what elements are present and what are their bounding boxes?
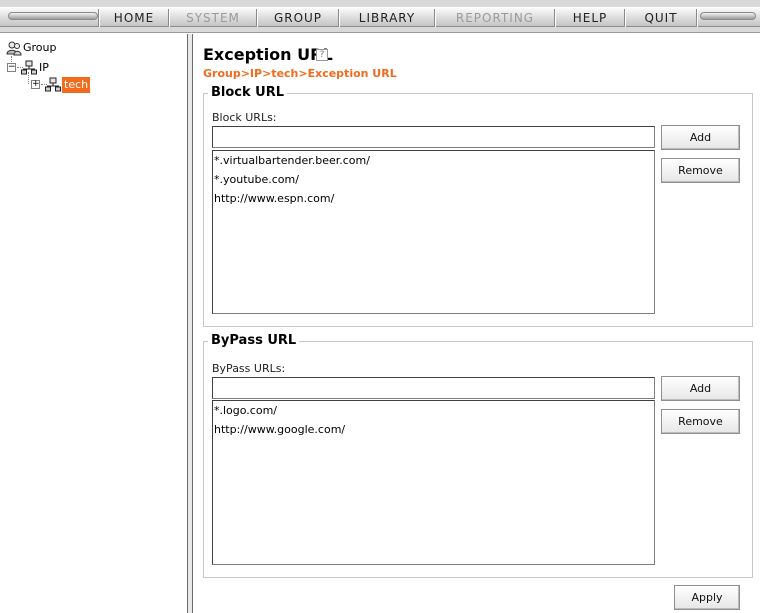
bypass-url-legend: ByPass URL [208,333,300,348]
menu-left-decoration [8,12,98,20]
bypass-url-section: ByPass URL ByPass URLs: *.logo.com/ http… [203,333,753,578]
block-url-section: Block URL Block URLs: *.virtualbartender… [203,85,753,327]
tree-label-group: Group [23,41,57,54]
block-url-list[interactable]: *.virtualbartender.beer.com/ *.youtube.c… [212,150,655,314]
tree-expand-icon[interactable]: + [31,80,40,89]
group-tree-panel: Group − IP + tech [0,38,191,613]
menu-right-decoration [700,12,756,20]
menu-library[interactable]: LIBRARY [340,10,434,26]
block-url-input[interactable] [212,126,655,148]
breadcrumb: Group>IP>tech>Exception URL [203,67,397,80]
group-users-icon [6,41,22,56]
help-icon[interactable]: ? [316,49,328,61]
block-add-button[interactable]: Add [661,125,740,150]
top-menu-bar: HOME SYSTEM GROUP LIBRARY REPORTING HELP… [0,0,760,33]
menu-help[interactable]: HELP [556,10,624,26]
menu-reporting[interactable]: REPORTING [436,10,554,26]
network-icon [21,60,37,75]
block-remove-button[interactable]: Remove [661,158,740,183]
bypass-url-list[interactable]: *.logo.com/ http://www.google.com/ [212,400,655,565]
menu-system[interactable]: SYSTEM [170,10,256,26]
list-item[interactable]: *.youtube.com/ [214,172,653,191]
tree-label-ip: IP [39,61,49,74]
tree-collapse-icon[interactable]: − [7,63,16,72]
list-item[interactable]: http://www.espn.com/ [214,191,653,210]
menu-separator [696,9,698,27]
block-urls-label: Block URLs: [212,111,277,124]
menu-quit[interactable]: QUIT [626,10,696,26]
tree-node-tech[interactable]: + tech [30,77,110,93]
panel-splitter[interactable] [187,34,193,613]
bypass-urls-label: ByPass URLs: [212,362,286,375]
bypass-remove-button[interactable]: Remove [661,409,740,434]
list-item[interactable]: http://www.google.com/ [214,422,653,441]
apply-button[interactable]: Apply [674,585,740,610]
page-title: Exception URL [203,45,333,64]
tree-label-tech: tech [62,77,91,93]
tree-node-ip[interactable]: − IP [6,60,66,76]
block-url-legend: Block URL [208,85,288,100]
menu-home[interactable]: HOME [100,10,168,26]
menu-group[interactable]: GROUP [258,10,338,26]
bypass-add-button[interactable]: Add [661,376,740,401]
bypass-url-input[interactable] [212,377,655,399]
list-item[interactable]: *.virtualbartender.beer.com/ [214,153,653,172]
network-icon [45,77,61,92]
list-item[interactable]: *.logo.com/ [214,403,653,422]
